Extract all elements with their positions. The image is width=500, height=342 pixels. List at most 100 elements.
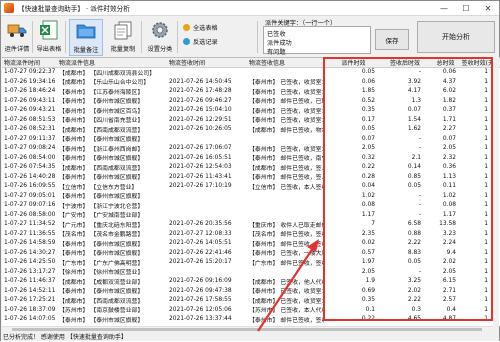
table-row[interactable]: 1-07-26 09:43:11 【泰州市】 【泰州市城区旗舰】 2021-07-2… [2,96,500,106]
table-row[interactable]: 1-07-27 11:34:52 【广元市】 【重庆北碚东阳营】 2021-07-2… [2,220,500,230]
table-row[interactable]: 1-07-26 14:25:50 【广东市】 【广东广佛高明营】 2021-07-2… [2,258,500,268]
folder-icon [76,21,96,41]
table-row[interactable]: 1-07-26 19:34:16 【成都市】 【乐山乐山合中公司】 2021-07-… [2,77,500,87]
select-all-table-option[interactable]: 全选表格 [183,23,218,32]
table-cell: 1 [484,145,488,152]
table-cell: 1-07-26 08:52:31 [4,126,56,133]
table-cell: 【成都市】 【西南成都双流营】 [59,298,144,305]
table-cell: 1-07-26 17:25:21 [4,297,56,304]
close-button[interactable]: ✕ [477,1,499,15]
column-header[interactable]: 物流签收信息 [247,58,324,67]
table-cell: 0.02 [361,240,375,247]
table-row[interactable]: 1-07-26 08:58:00 【广安市】 【广安城南营业部】 1.17 - 1.17… [2,210,500,220]
table-cell: 2021-07-26 14:05:51 [169,240,232,247]
table-cell: - [418,145,421,152]
table-row[interactable]: 1-07-27 09:08:24 【泰州市】 【浙江泰州西岗邮】 2021-07-2… [2,144,500,154]
table-cell: 1.13 [442,173,456,180]
table-cell: 【成都市】 【成都双流营业部】 [59,279,144,286]
column-header[interactable]: 派件时效 [324,58,381,67]
table-cell: 【泰州市】 【江苏泰州海陵区】 [59,89,144,96]
shipment-details-button[interactable]: 运件详情 [4,19,30,56]
table-row[interactable]: 1-07-27 09:11:37 【泰州市】 【泰州市城区旗舰】 0.07 - 0.07… [2,134,500,144]
results-table[interactable]: 物流派件时间 物流派件信息 物流签收时间 物流签收信息 派件时效 签收后时效 总时效 签收时效… [2,57,500,326]
table-cell: 2.27 [442,126,456,133]
table-cell: 【泰州市】 【泰州市城区百鸟】 [59,108,144,115]
set-category-button[interactable]: 设置分类 [145,19,175,56]
table-row[interactable]: 1-07-27 11:36:55 【茂名市】 【茂名市金鹏路营】 2021-07-2… [2,229,500,239]
table-row[interactable]: 1-07-26 08:51:53 【泰州市】 【四川省南充营业】 2021-07-2… [2,115,500,125]
table-row[interactable]: 1-07-26 17:25:21 【成都市】 【西南成都双流营】 2021-07-2… [2,296,500,306]
column-header[interactable]: 签收时效(天) [462,58,494,67]
table-cell: 0.06 [361,78,375,85]
table-row[interactable]: 1-07-26 18:37:09 【苏州市】 【南京鼓楼营业部】 2021-07-2… [2,305,500,315]
minimize-button[interactable]: — [433,1,455,15]
table-row[interactable]: 1-07-26 14:30:27 【泰州市】 【泰州市城区旗舰】 2021-07-2… [2,248,500,258]
table-cell: 2021-07-26 16:05:51 [169,154,232,161]
table-cell: 1 [484,126,488,133]
table-row[interactable]: 1-07-26 09:43:21 【泰州市】 【泰州市城区百鸟】 2021-07-2… [2,106,500,116]
table-cell: 9.4 [446,249,456,256]
column-header[interactable]: 签收后时效 [381,58,427,67]
table-row[interactable]: 1-07-26 14:58:59 【泰州市】 【泰州市城区旗舰】 2021-07-2… [2,239,500,249]
scrollbar-thumb[interactable] [12,328,482,331]
table-cell [167,201,247,211]
table-row[interactable]: 1-07-26 11:46:37 【成都市】 【成都双流营业部】 2021-07-2… [2,277,500,287]
column-header[interactable]: 物流派件信息 [57,58,167,67]
column-header[interactable]: 物流派件时间 [2,58,57,67]
table-cell: 【成都市】 已签收，收货室：门… [249,298,324,305]
maximize-button[interactable]: ☐ [455,1,477,15]
table-cell [247,134,324,144]
table-cell: 0.28 [361,173,375,180]
table-row[interactable]: 1-07-27 09:22:37 【成都市】 【四川成都双流县公司】 0.05 - 0.… [2,68,500,78]
table-cell: 【泰州市】 【泰州市城区旗舰】 [59,156,144,163]
bulb-icon [183,24,190,31]
table-cell: 【徐州市】 【徐州市城区营业】 [59,270,144,277]
table-row[interactable]: 1-07-26 14:52:11 【泰州市】 【泰州市城区旗舰】 2021-07-2… [2,286,500,296]
batch-note-button[interactable]: 批量备注 [69,19,103,56]
table-cell: 1 [484,249,488,256]
batch-copy-button[interactable]: 批量复制 [107,19,139,56]
table-cell: 【泰州市】 已签收，收货室：公… [249,108,324,115]
keyword-textarea[interactable]: 已签收 派件成功 有问题 [263,26,371,56]
table-cell: 1 [484,297,488,304]
start-analysis-button[interactable]: 开始分析 [417,21,495,53]
table-cell: 1-07-26 19:34:16 [4,78,56,85]
table-row[interactable]: 1-07-26 18:46:24 【泰州市】 【江苏泰州海陵区】 2021-07-2… [2,87,500,97]
table-cell: 1 [484,230,488,237]
table-cell: 1 [484,316,488,323]
column-header[interactable]: 总时效 [427,58,462,67]
table-cell: 0.05 [407,183,421,190]
table-cell: 1 [484,97,488,104]
table-cell: 【泰州市】 已签收，一楼大厅… [249,251,324,258]
column-header[interactable]: 物流签收时间 [167,58,247,67]
table-cell: 【泰州市】 【泰州市城区旗舰】 [59,289,144,296]
table-row[interactable]: 1-07-26 14:40:28 【泰州市】 【泰州市城区旗舰】 2021-07-2… [2,172,500,182]
vertical-scrollbar[interactable] [493,57,499,326]
table-cell: 1 [484,116,488,123]
table-cell: 2021-07-26 22:41:46 [169,249,232,256]
export-table-button[interactable]: 导出表格 [35,19,63,56]
table-cell: 1.3 [411,97,421,104]
table-cell: 【成都市】 邮件已签收，签… [249,165,324,172]
table-cell: 0.06 [442,69,456,76]
table-cell: 0.05 [407,259,421,266]
table-cell: 【泰州市】 【泰州市城区旗舰】 [59,99,144,106]
table-cell: 1.02 [361,192,375,199]
table-row[interactable]: 1-07-26 13:17:27 【徐州市】 【徐州市城区营业】 2.05 - 2.05… [2,267,500,277]
table-cell: 【泰州市】 已签收，收货室：五… [249,146,324,153]
table-cell: 0.05 [361,69,375,76]
table-row[interactable]: 1-07-26 16:09:55 【立信市】 【立信东方营业】 2021-07-26… [2,182,500,192]
table-row[interactable]: 1-07-26 14:07:05 【泰州市】 【泰州市城区旗舰】 2021-07-2… [2,315,500,325]
table-row[interactable]: 1-07-27 09:05:01 【泰州市】 【泰州市城区旗舰】 1.02 - 1.02… [2,191,500,201]
table-row[interactable]: 1-07-26 07:54:35 【成都市】 【西南成都双流营】 2021-07-2… [2,163,500,173]
save-button[interactable]: 保存 [375,29,409,50]
table-row[interactable]: 1-07-26 08:52:31 【成都市】 【西南成都双流营】 2021-07-2… [2,125,500,135]
table-row[interactable]: 1-07-26 08:54:00 【泰州市】 【泰州市城区旗舰】 2021-07-2… [2,153,500,163]
table-row[interactable]: 1-07-27 09:07:16 【宁波市】 【浙江宁波北仑营】 0.08 - 0.08… [2,201,500,211]
table-cell: 0.07 [442,135,456,142]
reverse-select-option[interactable]: 反选记录 [183,37,218,46]
table-cell: 1 [484,173,488,180]
toolbar-divider [32,21,33,53]
horizontal-scrollbar[interactable] [2,326,493,331]
table-cell: 1.9 [365,278,375,285]
